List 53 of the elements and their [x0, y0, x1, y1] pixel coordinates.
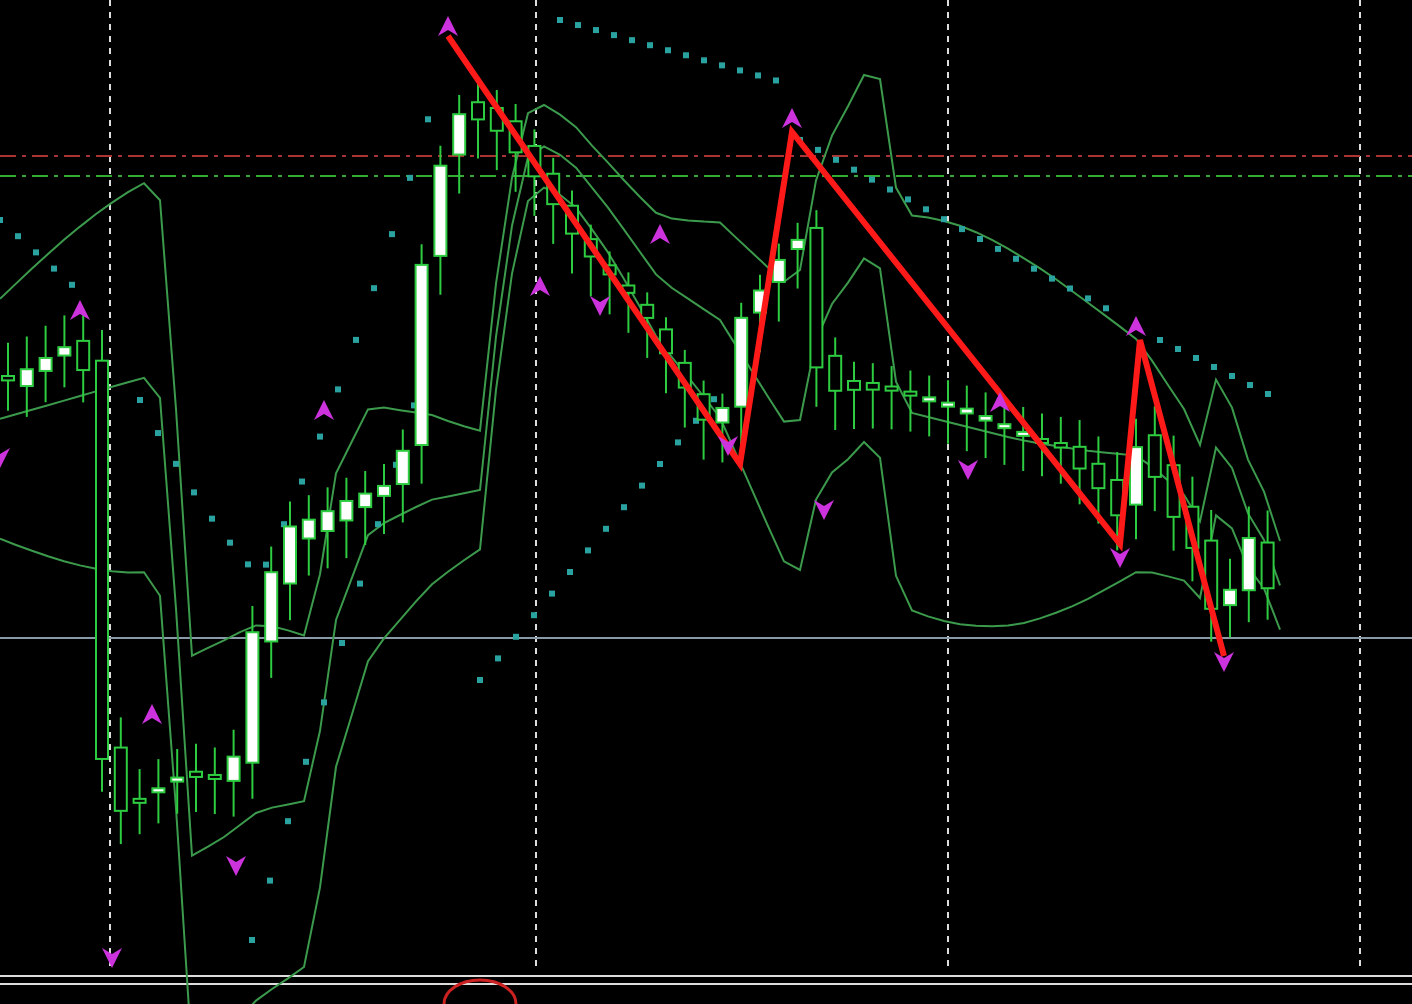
candlestick — [283, 500, 297, 622]
candlestick — [301, 494, 316, 577]
candlestick — [659, 316, 673, 395]
candlestick — [339, 476, 354, 560]
candlestick — [207, 746, 222, 816]
candlestick — [1147, 405, 1162, 513]
candlestick — [1072, 419, 1087, 506]
candlestick — [1260, 509, 1275, 621]
candlestick — [527, 128, 542, 217]
candlestick — [113, 716, 128, 846]
candlestick — [922, 374, 937, 438]
candlestick — [264, 545, 279, 679]
candlestick — [358, 470, 373, 546]
candlestick — [1016, 405, 1031, 472]
candlestick — [452, 93, 467, 195]
candlestick — [959, 384, 974, 453]
candlestick — [489, 89, 504, 172]
candlestick — [978, 391, 993, 460]
candlestick — [471, 82, 485, 160]
candlestick — [1091, 435, 1106, 525]
candlestick — [847, 360, 861, 430]
candlestick — [941, 379, 955, 445]
candlestick — [1053, 415, 1068, 485]
candlestick — [1185, 475, 1200, 583]
candlestick — [189, 742, 203, 813]
candlestick — [865, 362, 880, 430]
candlestick — [377, 462, 391, 536]
candlestick — [771, 242, 786, 323]
candlestick — [546, 156, 561, 245]
candlestick — [884, 365, 899, 431]
candlestick — [170, 747, 185, 815]
candlestick — [132, 768, 147, 836]
candlestick — [583, 223, 598, 298]
candlestick — [903, 369, 918, 433]
candlestick — [151, 758, 166, 825]
candlestick — [790, 221, 805, 290]
candlestick — [19, 335, 34, 418]
candlestick — [1035, 412, 1049, 478]
candlestick — [38, 324, 53, 404]
candlestick — [395, 428, 410, 524]
candlestick — [828, 336, 843, 431]
candlestick — [640, 291, 655, 359]
candlestick — [57, 314, 72, 389]
candlestick — [1204, 508, 1219, 643]
candlestick — [1223, 557, 1237, 639]
candlestick — [1129, 417, 1143, 541]
candlestick — [320, 486, 335, 570]
candlestick — [1166, 434, 1181, 552]
candlestick — [1110, 451, 1125, 552]
candlestick — [621, 271, 636, 334]
candlestick — [1241, 505, 1256, 624]
candlestick — [715, 392, 730, 464]
candlestick — [226, 728, 241, 818]
